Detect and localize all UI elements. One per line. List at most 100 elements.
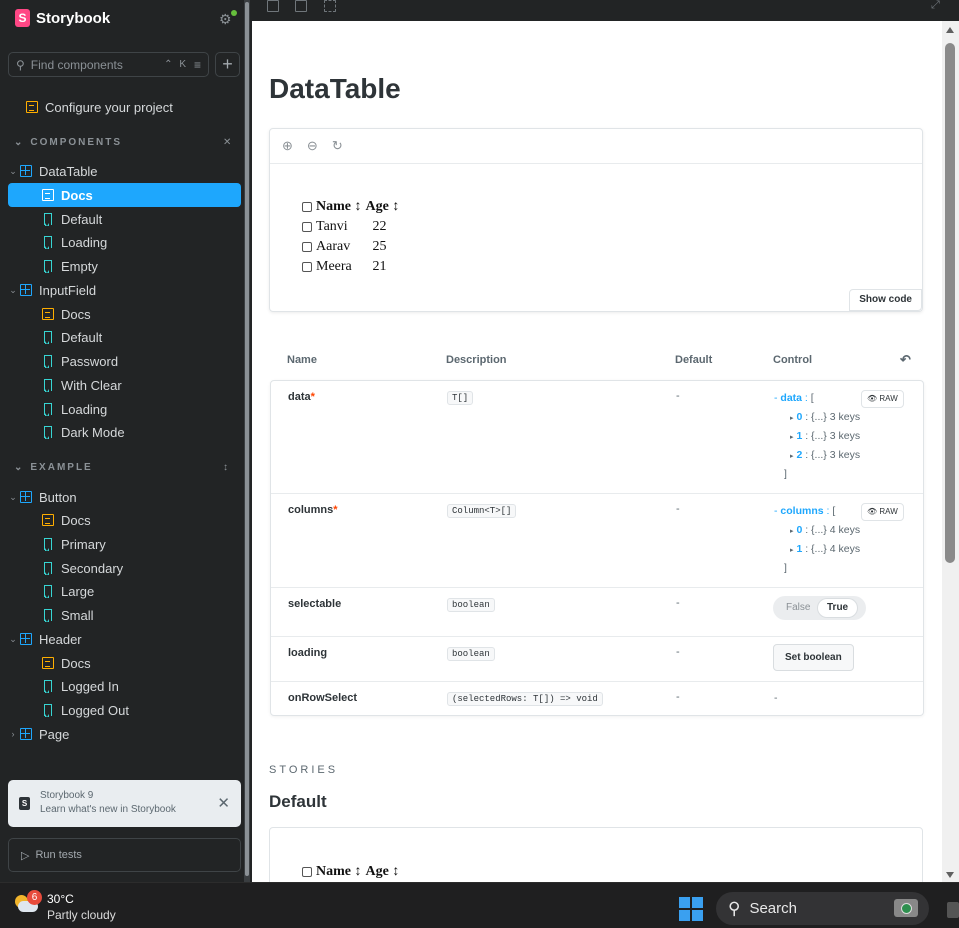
section-components[interactable]: ⌄ COMPONENTS [14,137,122,148]
whats-new-notice[interactable]: S Storybook 9 Learn what's new in Storyb… [8,780,241,827]
sidebar-item-button-small[interactable]: Small [8,603,241,627]
sidebar-item-header[interactable]: ⌄ Header [8,627,241,651]
sidebar-item-inputfield-dark-mode[interactable]: Dark Mode [8,420,241,444]
measure-icon[interactable] [324,0,336,12]
story-icon [44,538,52,551]
scroll-thumb[interactable] [945,43,955,563]
sidebar-item-inputfield-loading[interactable]: Loading [8,397,241,421]
json-entry[interactable]: ▸ 1 : {...} 4 keys [774,542,860,561]
select-all-checkbox[interactable] [300,197,314,217]
boolean-toggle[interactable]: False True [773,596,866,620]
set-boolean-button[interactable]: Set boolean [773,644,854,671]
sidebar-item-label: With Clear [61,377,122,393]
sidebar-item-datatable[interactable]: ⌄ DataTable [8,159,241,183]
expand-all-icon[interactable]: ↕ [223,462,228,473]
weather-condition[interactable]: Partly cloudy [47,908,116,922]
camera-app-icon[interactable] [894,899,918,917]
table-row[interactable]: Meera 21 [300,257,401,277]
chevron-down-icon: ⌄ [9,165,17,176]
filter-icon[interactable]: ≡ [194,58,201,72]
toggle-false[interactable]: False [777,599,819,617]
add-button[interactable]: + [215,52,240,77]
json-root[interactable]: - data : [ [774,391,860,410]
sidebar-item-button-secondary[interactable]: Secondary [8,556,241,580]
zoom-out-icon[interactable]: ⊖ [307,138,318,154]
reset-controls-icon[interactable]: ↶ [900,352,911,368]
canvas-scrollbar[interactable] [942,21,959,882]
search-placeholder: Find components [30,57,123,72]
column-header-name[interactable]: Name ↕ [314,197,364,217]
json-entry[interactable]: ▸ 0 : {...} 3 keys [774,410,860,429]
reset-zoom-icon[interactable]: ↻ [332,138,343,154]
search-icon: ⚲ [728,898,741,918]
sidebar-item-inputfield-with-clear[interactable]: With Clear [8,373,241,397]
sidebar-scrollbar[interactable] [244,0,250,882]
windows-start-icon[interactable] [679,897,703,921]
column-header-age[interactable]: Age ↕ [364,862,402,882]
sidebar-item-header-logged-in[interactable]: Logged In [8,674,241,698]
json-entry[interactable]: ▸ 1 : {...} 3 keys [774,429,860,448]
sidebar-item-header-docs[interactable]: Docs [8,651,241,675]
json-root[interactable]: - columns : [ [774,504,860,523]
sidebar-item-button-primary[interactable]: Primary [8,532,241,556]
sidebar-item-button-docs[interactable]: Docs [8,508,241,532]
column-header-name[interactable]: Name ↕ [314,862,364,882]
sidebar-item-datatable-loading[interactable]: Loading [8,230,241,254]
sidebar-item-page[interactable]: › Page [8,722,241,746]
object-control-data[interactable]: - data : [ ▸ 0 : {...} 3 keys ▸ 1 : {...… [774,391,860,486]
row-checkbox[interactable] [300,217,314,237]
weather-temp[interactable]: 30°C [47,892,74,906]
raw-button[interactable]: 👁 RAW [861,390,904,408]
header-default: Default [675,354,713,366]
arg-type: Column<T>[] [447,504,517,518]
close-icon[interactable]: ✕ [217,794,230,812]
sidebar-item-inputfield-docs[interactable]: Docs [8,302,241,326]
scroll-down-icon[interactable] [946,872,954,878]
sidebar-item-inputfield-default[interactable]: Default [8,325,241,349]
settings-gear-icon[interactable]: ⚙ [219,10,237,27]
grid-icon[interactable] [267,0,279,12]
scroll-up-icon[interactable] [946,27,954,33]
storybook-logo-icon: S [19,797,30,810]
sidebar-item-datatable-docs[interactable]: Docs [8,183,241,207]
sidebar-item-button[interactable]: ⌄ Button [8,485,241,509]
json-entry[interactable]: ▸ 0 : {...} 4 keys [774,523,860,542]
toggle-true[interactable]: True [818,599,858,617]
table-row[interactable]: Tanvi 22 [300,217,401,237]
raw-button[interactable]: 👁 RAW [861,503,904,521]
table-row[interactable]: Aarav 25 [300,237,401,257]
arg-row-onrowselect: onRowSelect (selectedRows: T[]) => void … [271,682,923,715]
collapse-all-icon[interactable]: ✕ [223,137,231,148]
sidebar-item-button-large[interactable]: Large [8,579,241,603]
zoom-in-icon[interactable]: ⊕ [282,138,293,154]
taskbar-app-icon[interactable] [947,902,959,918]
sidebar-item-inputfield[interactable]: ⌄ InputField [8,278,241,302]
sidebar-item-inputfield-password[interactable]: Password [8,349,241,373]
column-header-age[interactable]: Age ↕ [364,197,402,217]
section-example[interactable]: ⌄ EXAMPLE [14,462,93,473]
configure-project-link[interactable]: Configure your project [26,95,226,119]
sidebar-item-datatable-default[interactable]: Default [8,207,241,231]
sidebar-item-header-logged-out[interactable]: Logged Out [8,698,241,722]
background-icon[interactable] [295,0,307,12]
sidebar-scroll-thumb[interactable] [245,2,249,876]
taskbar-search[interactable]: ⚲ Search [716,892,929,925]
component-icon [20,728,32,740]
json-entry[interactable]: ▸ 2 : {...} 3 keys [774,448,860,467]
sidebar-item-datatable-empty[interactable]: Empty [8,254,241,278]
object-control-columns[interactable]: - columns : [ ▸ 0 : {...} 4 keys ▸ 1 : {… [774,504,860,580]
chevron-down-icon: ⌄ [14,462,25,473]
fullscreen-icon[interactable]: ⤢ [931,0,943,12]
search-input[interactable]: ⚲ Find components ⌃ K ≡ [8,52,209,77]
select-all-checkbox[interactable] [300,862,314,882]
args-table: data* T[] - - data : [ ▸ 0 : {...} 3 key… [270,380,924,716]
row-checkbox[interactable] [300,257,314,277]
configure-label: Configure your project [45,99,173,115]
sidebar-item-label: Small [61,607,94,623]
page-title: DataTable [269,73,401,104]
weather-badge: 6 [27,890,42,905]
row-checkbox[interactable] [300,237,314,257]
run-tests-button[interactable]: ▷ Run tests [8,838,241,872]
show-code-button[interactable]: Show code [849,289,922,311]
brand[interactable]: S Storybook [15,9,110,27]
